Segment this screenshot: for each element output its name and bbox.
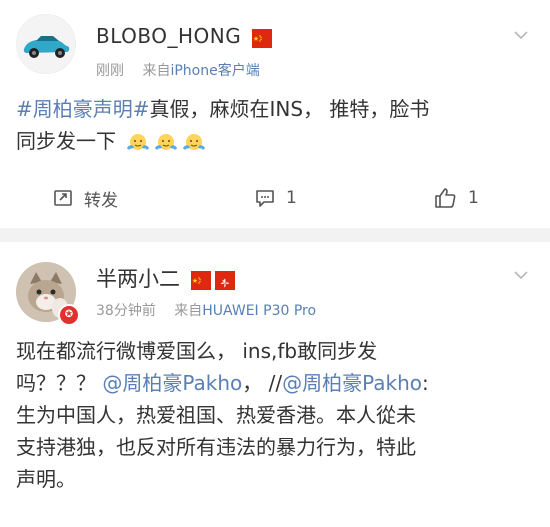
post1-content: #周柏豪声明#真假，麻烦在INS， 推特，脸书 同步发一下 bbox=[16, 93, 530, 157]
weibo-post-2: ✪ 半两小二 38分钟前 来自HUAWEI P30 Pro 现在都流行微博爱国么… bbox=[0, 242, 550, 527]
car-avatar-icon bbox=[17, 15, 75, 73]
post2-line1: 现在都流行微博爱国么， ins,fb敢同步发 bbox=[16, 339, 378, 363]
post2-meta: 38分钟前 来自HUAWEI P30 Pro bbox=[96, 300, 316, 320]
post2-time: 38分钟前 bbox=[96, 303, 156, 319]
shrug-emoji-icon bbox=[154, 131, 178, 155]
thumbs-up-icon bbox=[435, 188, 456, 208]
chevron-down-icon[interactable] bbox=[512, 266, 530, 284]
post1-time: 刚刚 bbox=[96, 63, 124, 79]
post1-source[interactable]: iPhone客户端 bbox=[170, 63, 259, 79]
post2-line2-c: : bbox=[422, 371, 429, 395]
weibo-post-1: BLOBO_HONG 刚刚 来自iPhone客户端 #周柏豪声明#真假，麻烦在I… bbox=[0, 0, 550, 228]
repost-label: 转发 bbox=[84, 190, 118, 211]
repost-icon bbox=[54, 190, 72, 206]
like-count: 1 bbox=[468, 188, 479, 208]
post2-line2-a: 吗？？？ bbox=[16, 371, 103, 395]
post2-line5: 声明。 bbox=[16, 467, 76, 491]
post1-source-prefix: 来自 bbox=[142, 63, 171, 79]
china-flag-icon bbox=[252, 28, 273, 48]
post1-username[interactable]: BLOBO_HONG bbox=[96, 24, 241, 48]
comment-icon bbox=[256, 190, 274, 207]
comment-button[interactable]: 1 bbox=[254, 180, 297, 216]
mention-link[interactable]: @周柏豪Pakho bbox=[102, 371, 242, 395]
post2-source-prefix: 来自 bbox=[174, 303, 203, 319]
post1-text-a: 真假，麻烦在INS， 推特，脸书 bbox=[149, 97, 430, 121]
chevron-down-icon[interactable] bbox=[512, 26, 530, 44]
mention-link[interactable]: @周柏豪Pakho bbox=[282, 371, 422, 395]
post1-meta: 刚刚 来自iPhone客户端 bbox=[96, 60, 260, 80]
hashtag-link[interactable]: #周柏豪声明# bbox=[16, 97, 150, 121]
china-flag-icon bbox=[190, 271, 211, 290]
like-button[interactable]: 1 bbox=[434, 180, 479, 216]
comment-count: 1 bbox=[286, 188, 297, 208]
hong-kong-flag-icon bbox=[214, 271, 235, 290]
post2-username[interactable]: 半两小二 bbox=[96, 267, 180, 291]
post1-text-b: 同步发一下 bbox=[16, 129, 116, 153]
post2-line3: 生为中国人，热爱祖国、热爱香港。本人從未 bbox=[16, 403, 416, 427]
shrug-emoji-icon bbox=[126, 131, 150, 155]
post2-line2-b: ， // bbox=[242, 371, 283, 395]
post-divider bbox=[0, 228, 550, 242]
post1-username-row[interactable]: BLOBO_HONG bbox=[96, 24, 273, 48]
post2-username-row[interactable]: 半两小二 bbox=[96, 263, 235, 293]
repost-button[interactable]: 转发 bbox=[52, 180, 118, 216]
verified-badge-icon: ✪ bbox=[58, 304, 80, 326]
shrug-emoji-icon bbox=[182, 131, 206, 155]
post1-action-bar: 转发 1 1 bbox=[0, 180, 550, 216]
post2-content: 现在都流行微博爱国么， ins,fb敢同步发 吗？？？ @周柏豪Pakho， /… bbox=[16, 335, 530, 495]
post2-source[interactable]: HUAWEI P30 Pro bbox=[202, 303, 316, 319]
post2-line4: 支持港独，也反对所有违法的暴力行为，特此 bbox=[16, 435, 416, 459]
avatar-car[interactable] bbox=[16, 14, 76, 74]
